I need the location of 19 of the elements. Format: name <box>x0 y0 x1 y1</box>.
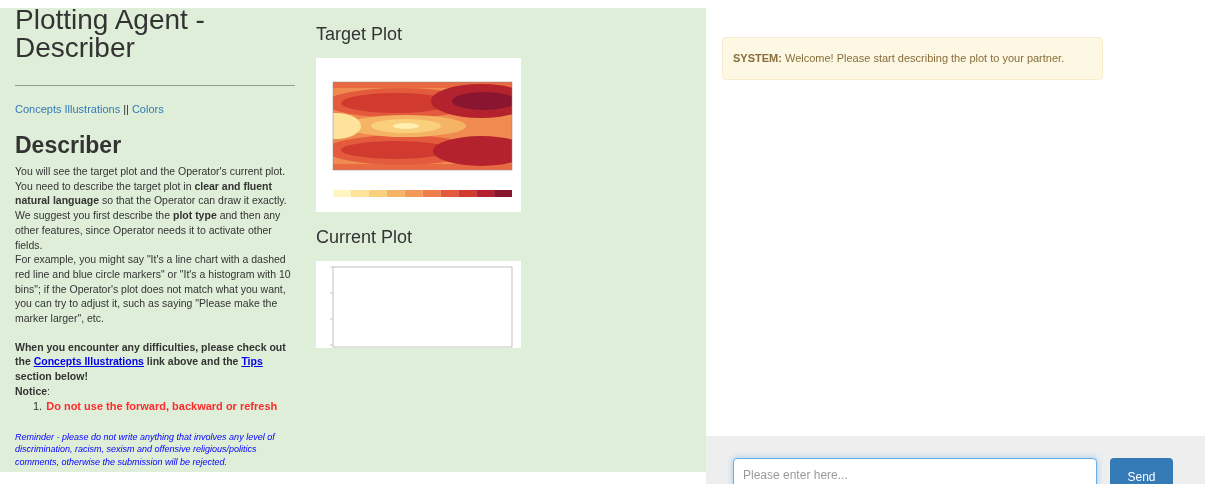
example-paragraph: For example, you might say "It's a line chart with a dashed red line and blue circle markers" or "It's a histogram with 10 bins"; if the Operator's plot does not match what you want, you can try to adjust it, such as saying "Please make the marker larger", etc. <box>15 252 292 326</box>
reminder-text: Reminder - please do not write anything that involves any level of discrimination, racism, sexism and offensive religious/politics comments, otherwise the submission will be rejected. <box>15 430 277 468</box>
help-link[interactable]: Concepts Illustrations <box>33 355 144 368</box>
system-message: SYSTEM: Welcome! Please start describing the plot to your partner. <box>722 37 1103 80</box>
notice-label: Notice: <box>15 383 51 399</box>
nav-link[interactable]: Concepts Illustrations <box>15 102 121 116</box>
plot-heading: Current Plot <box>316 226 414 248</box>
plot-heading: Target Plot <box>316 23 404 45</box>
intro-paragraph: You will see the target plot and the Operator's current plot. You need to describe the target plot in clear and fluent natural language so that the Operator can draw it exactly. We suggest you first describe the plot type and then any other features, since Operator needs it to activate other fields. <box>15 164 288 253</box>
link-separator: || <box>123 102 129 116</box>
notice-item: Do not use the forward, backward or refresh <box>46 398 278 414</box>
page-title: Plotting Agent - Describer <box>15 6 206 62</box>
send-button[interactable]: Send <box>1110 458 1173 484</box>
help-paragraph: When you encounter any difficulties, please check out the Concepts Illustrations link above and the Tips section below! <box>15 339 287 384</box>
list-number: 1. <box>33 398 43 414</box>
message-input[interactable]: Please enter here... <box>733 458 1097 484</box>
help-link[interactable]: Tips <box>241 355 263 368</box>
nav-link[interactable]: Colors <box>131 102 164 116</box>
section-heading: Describer <box>15 132 123 158</box>
